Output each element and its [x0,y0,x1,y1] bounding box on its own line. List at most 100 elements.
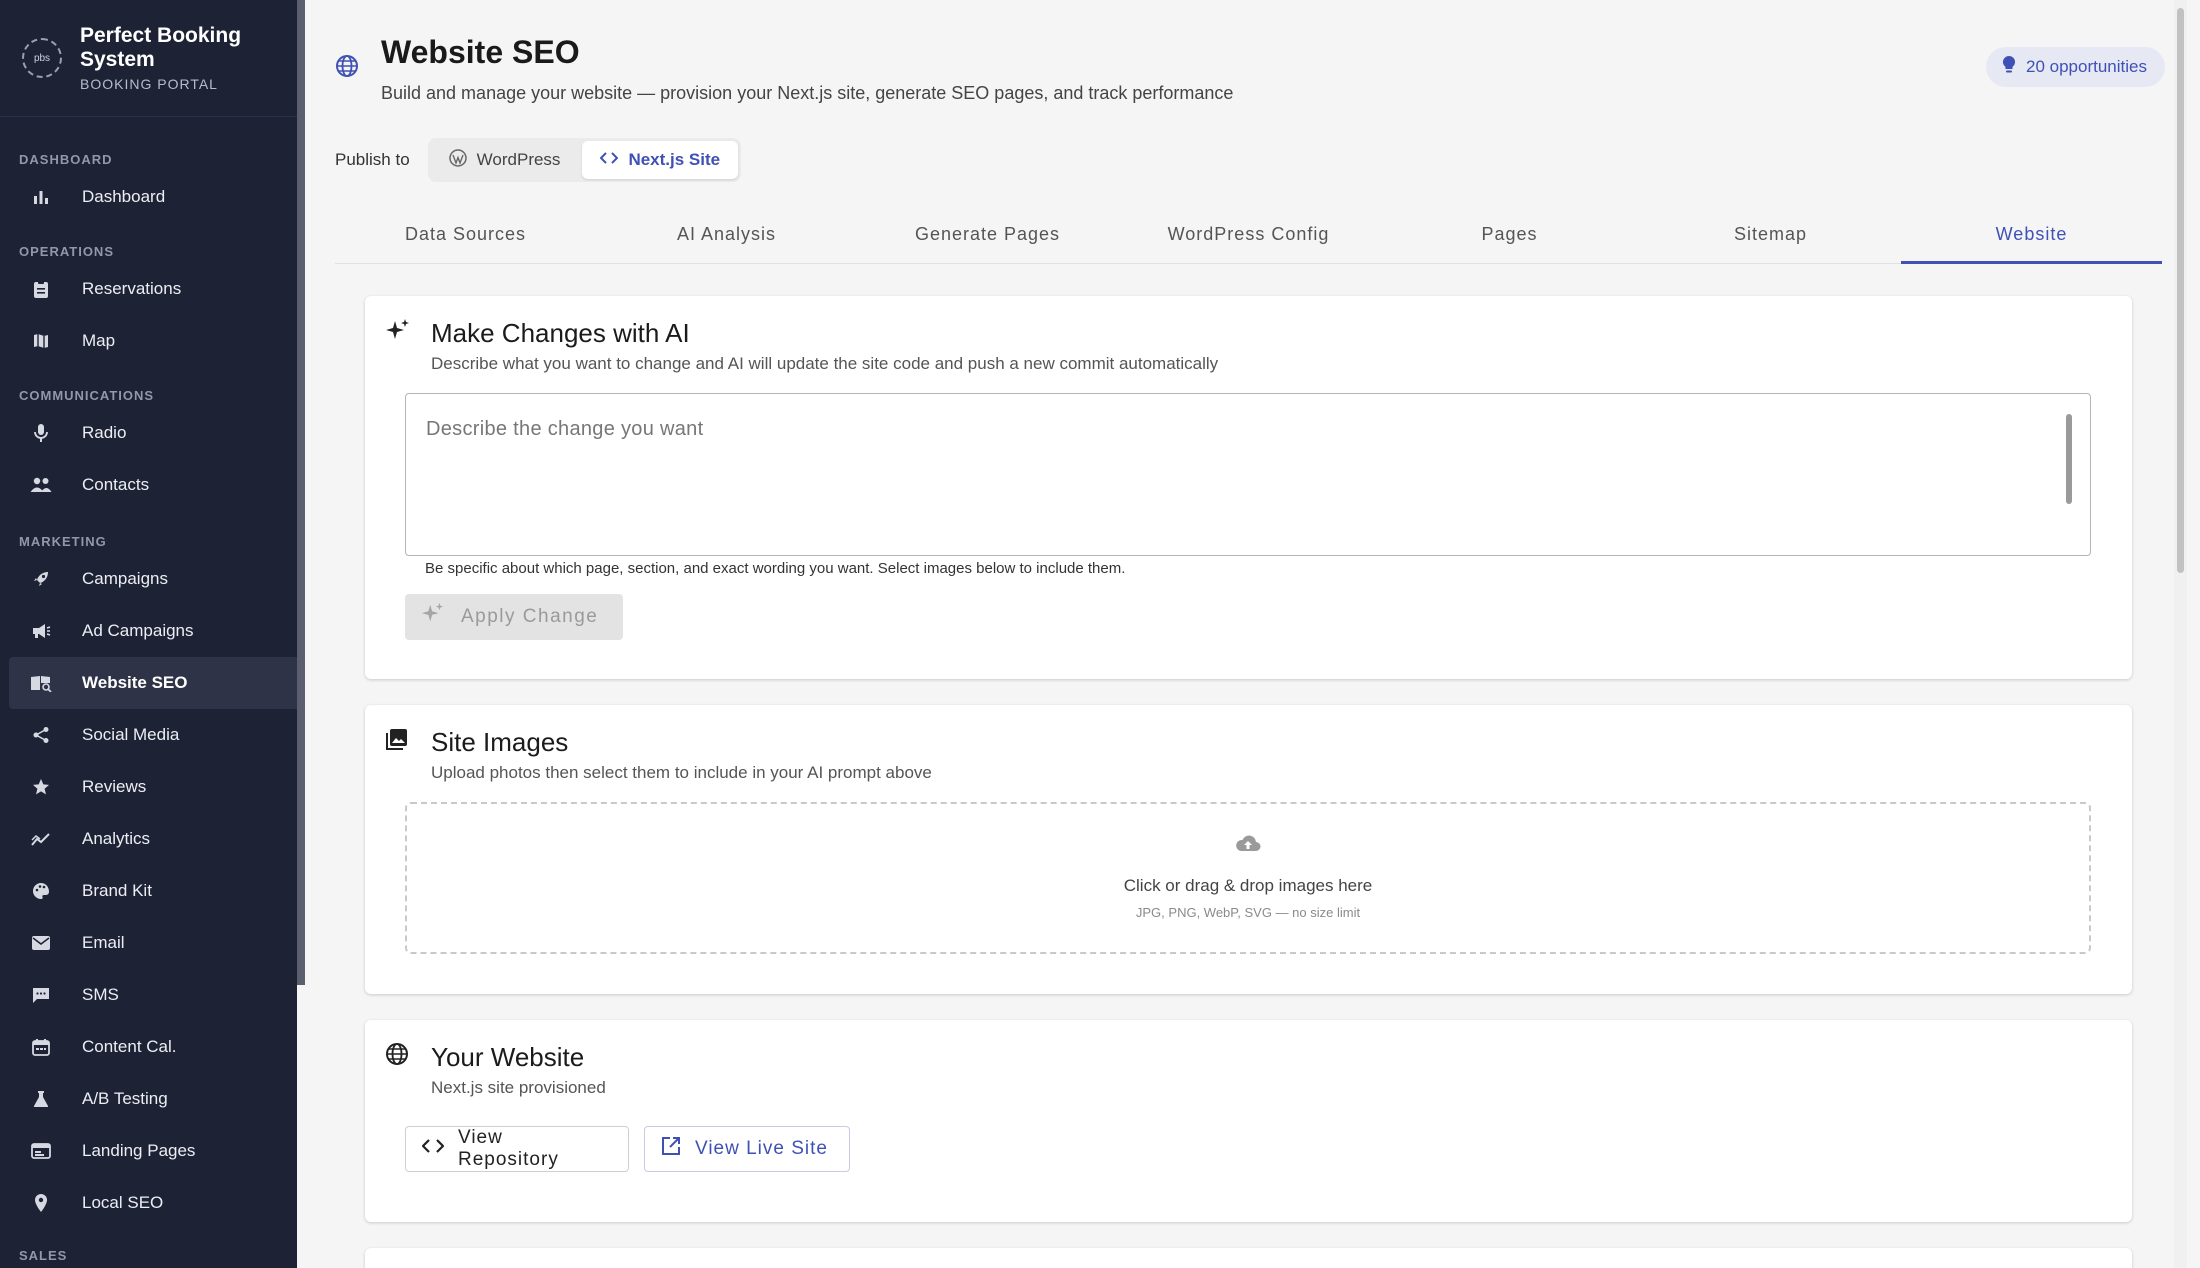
apply-change-label: Apply Change [461,606,599,627]
sidebar-item-radio[interactable]: Radio [0,407,297,459]
open-in-new-icon [661,1136,681,1162]
megaphone-icon [30,620,52,642]
share-icon [30,724,52,746]
rocket-icon [30,568,52,590]
tab-generate-pages[interactable]: Generate Pages [857,206,1118,263]
sidebar-item-label: Email [82,933,125,952]
star-icon [30,776,52,798]
opportunities-badge[interactable]: 20 opportunities [1986,47,2165,87]
sidebar-item-label: Reviews [82,777,147,796]
palette-icon [30,880,52,902]
sidebar-scrollbar[interactable] [297,0,305,985]
sidebar-item-content-calendar[interactable]: Content Cal. [0,1021,297,1073]
sidebar-item-campaigns[interactable]: Campaigns [0,553,297,605]
publish-option-label: Next.js Site [628,150,721,169]
publish-option-wordpress[interactable]: WordPress [431,141,579,179]
dropzone-formats: JPG, PNG, WebP, SVG — no size limit [1135,905,1361,920]
wordpress-icon [448,148,467,172]
page-scrollbar[interactable] [2174,0,2187,1268]
sidebar-item-dashboard[interactable]: Dashboard [0,171,297,223]
sidebar-item-social-media[interactable]: Social Media [0,709,297,761]
location-pin-icon [30,1192,52,1214]
publish-toggle: WordPress Next.js Site [427,138,742,182]
publish-option-nextjs[interactable]: Next.js Site [582,141,739,179]
view-repository-label: View Repository [458,1127,559,1170]
next-card [365,1248,2132,1268]
cloud-upload-icon [1234,834,1262,859]
nav-section-marketing: MARKETING [19,534,107,549]
image-dropzone[interactable]: Click or drag & drop images here JPG, PN… [405,802,2091,954]
card-description: Describe what you want to change and AI … [431,354,1219,373]
sidebar-item-website-seo[interactable]: Website SEO [9,657,297,709]
brand[interactable]: pbs Perfect Booking System BOOKING PORTA… [0,0,297,117]
sidebar-item-label: Landing Pages [82,1141,196,1160]
change-description-input[interactable]: Describe the change you want [405,393,2091,556]
sparkles-icon [385,318,411,349]
card-title: Your Website [431,1042,585,1072]
brand-name: Perfect Booking System [80,24,242,71]
sidebar-item-label: Map [82,331,116,350]
bar-chart-icon [30,186,52,208]
image-library-icon [385,727,409,756]
globe-icon [335,54,359,83]
tab-website[interactable]: Website [1901,206,2162,264]
dropzone-label: Click or drag & drop images here [1123,876,1373,895]
sidebar-item-analytics[interactable]: Analytics [0,813,297,865]
sidebar-item-label: Campaigns [82,569,168,588]
sparkles-icon [421,602,445,632]
nav-section-communications: COMMUNICATIONS [19,388,155,403]
flask-icon [30,1088,52,1110]
tab-pages[interactable]: Pages [1379,206,1640,263]
nav-section-dashboard: DASHBOARD [19,152,113,167]
view-repository-button[interactable]: View Repository [405,1126,629,1172]
sidebar-item-label: Social Media [82,725,180,744]
tab-bar: Data Sources AI Analysis Generate Pages … [335,206,2162,264]
tab-wordpress-config[interactable]: WordPress Config [1118,206,1379,263]
microphone-icon [30,422,52,444]
helper-text: Be specific about which page, section, a… [425,560,1126,577]
code-icon [600,150,619,170]
nav-section-operations: OPERATIONS [19,244,114,259]
sidebar-item-email[interactable]: Email [0,917,297,969]
sidebar-item-label: Website SEO [82,673,188,692]
sidebar: pbs Perfect Booking System BOOKING PORTA… [0,0,297,1268]
sidebar-item-ab-testing[interactable]: A/B Testing [0,1073,297,1125]
sidebar-item-sms[interactable]: SMS [0,969,297,1021]
page-subtitle: Build and manage your website — provisio… [381,83,1234,103]
tab-sitemap[interactable]: Sitemap [1640,206,1901,263]
sidebar-item-label: Analytics [82,829,151,848]
nav-section-sales: SALES [19,1248,68,1263]
trend-icon [30,828,52,850]
view-live-site-button[interactable]: View Live Site [644,1126,850,1172]
sidebar-item-reservations[interactable]: Reservations [0,263,297,315]
sidebar-item-contacts[interactable]: Contacts [0,459,297,511]
page-scrollbar-thumb[interactable] [2177,8,2184,573]
sidebar-item-label: Local SEO [82,1193,164,1212]
sidebar-item-label: Dashboard [82,187,166,206]
sidebar-item-label: Content Cal. [82,1037,177,1056]
apply-change-button[interactable]: Apply Change [405,594,623,640]
publish-option-label: WordPress [476,150,561,169]
sidebar-item-reviews[interactable]: Reviews [0,761,297,813]
page-title: Website SEO [381,34,580,70]
clipboard-icon [30,278,52,300]
sidebar-item-label: Ad Campaigns [82,621,194,640]
tab-ai-analysis[interactable]: AI Analysis [596,206,857,263]
sidebar-item-landing-pages[interactable]: Landing Pages [0,1125,297,1177]
book-search-icon [30,672,52,694]
brand-subtitle: BOOKING PORTAL [80,76,218,92]
card-description: Upload photos then select them to includ… [431,763,932,782]
sidebar-item-map[interactable]: Map [0,315,297,367]
main-content: Website SEO Build and manage your websit… [305,0,2187,1268]
web-page-icon [30,1140,52,1162]
tab-data-sources[interactable]: Data Sources [335,206,596,263]
sidebar-item-label: Contacts [82,475,150,494]
people-icon [30,474,52,496]
textarea-scrollbar[interactable] [2066,414,2072,504]
sidebar-item-ad-campaigns[interactable]: Ad Campaigns [0,605,297,657]
change-description-placeholder: Describe the change you want [426,418,704,440]
publish-to: Publish to WordPress Next.js Site [335,138,742,182]
sidebar-item-local-seo[interactable]: Local SEO [0,1177,297,1229]
card-title: Make Changes with AI [431,318,690,348]
sidebar-item-brand-kit[interactable]: Brand Kit [0,865,297,917]
